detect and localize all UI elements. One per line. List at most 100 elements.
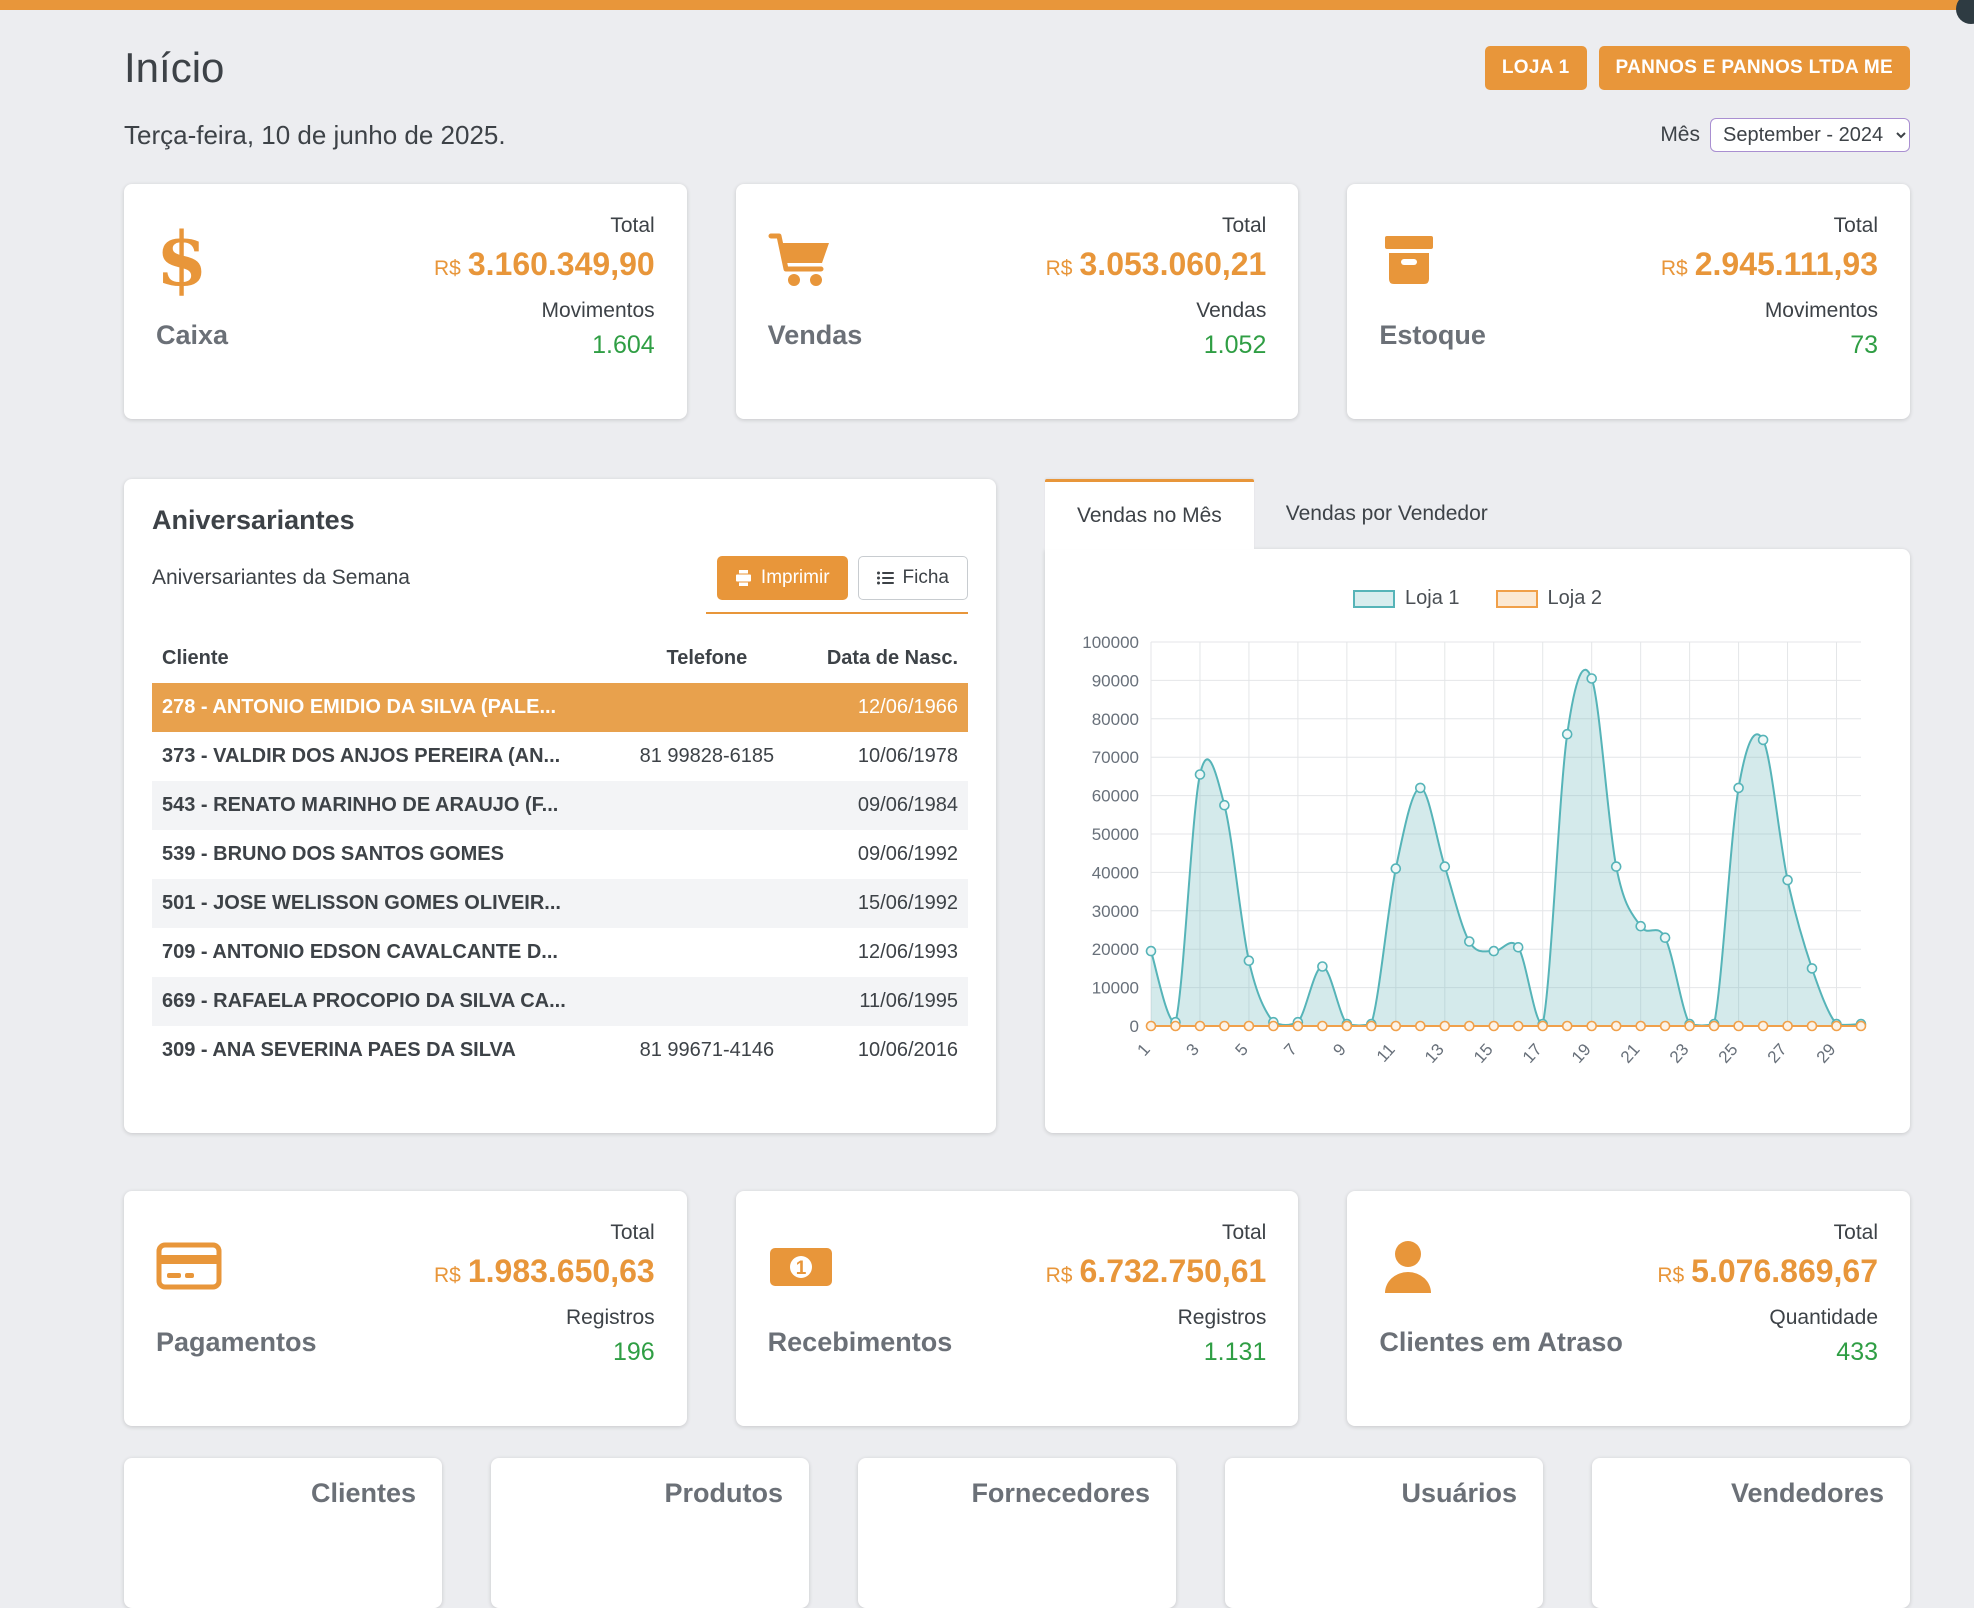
chart-legend: Loja 1 Loja 2 xyxy=(1069,587,1886,610)
month-picker: Mês September - 2024 xyxy=(1660,118,1910,152)
total-label: Total xyxy=(1222,1221,1266,1245)
birthdate-cell: 10/06/1978 xyxy=(813,732,968,781)
legend-item-loja2[interactable]: Loja 2 xyxy=(1496,587,1603,610)
stat-card-clientes-atraso: Clientes em Atraso Total R$5.076.869,67 … xyxy=(1347,1191,1910,1426)
metric-label: Vendas xyxy=(1196,299,1266,323)
stat-card-recebimentos: 1 Recebimentos Total R$6.732.750,61 Regi… xyxy=(736,1191,1299,1426)
stat-left: $ Caixa xyxy=(156,214,228,389)
svg-text:5: 5 xyxy=(1231,1040,1251,1060)
footer-card-vendedores[interactable]: Vendedores xyxy=(1592,1458,1910,1608)
page-header: Início LOJA 1 PANNOS E PANNOS LTDA ME xyxy=(124,44,1910,92)
total-value: 3.160.349,90 xyxy=(468,246,655,283)
middle-row: Aniversariantes Aniversariantes da Seman… xyxy=(124,479,1910,1133)
phone-cell xyxy=(601,977,813,1026)
birthdate-cell: 11/06/1995 xyxy=(813,977,968,1026)
month-label: Mês xyxy=(1660,123,1700,147)
total-value: 6.732.750,61 xyxy=(1080,1253,1267,1290)
ficha-button[interactable]: Ficha xyxy=(858,556,968,600)
svg-text:80000: 80000 xyxy=(1091,710,1138,729)
table-row[interactable]: 309 - ANA SEVERINA PAES DA SILVA 81 9967… xyxy=(152,1026,968,1075)
total-label: Total xyxy=(610,1221,654,1245)
birthdate-cell: 10/06/2016 xyxy=(813,1026,968,1075)
total-label: Total xyxy=(1222,214,1266,238)
legend-item-loja1[interactable]: Loja 1 xyxy=(1353,587,1460,610)
total-amount: R$1.983.650,63 xyxy=(434,1253,655,1290)
total-amount: R$6.732.750,61 xyxy=(1046,1253,1267,1290)
total-value: 2.945.111,93 xyxy=(1695,246,1878,283)
footer-cards-row: Clientes Produtos Fornecedores Usuários … xyxy=(124,1458,1910,1608)
table-row[interactable]: 501 - JOSE WELISSON GOMES OLIVEIR... 15/… xyxy=(152,879,968,928)
stat-card-estoque: Estoque Total R$2.945.111,93 Movimentos … xyxy=(1347,184,1910,419)
metric-label: Registros xyxy=(1178,1306,1267,1330)
birthdate-cell: 09/06/1984 xyxy=(813,781,968,830)
sales-area-chart: 0100002000030000400005000060000700008000… xyxy=(1073,628,1883,1098)
phone-cell xyxy=(601,781,813,830)
metric-label: Quantidade xyxy=(1769,1306,1878,1330)
metric-value: 1.131 xyxy=(1204,1338,1267,1367)
table-row[interactable]: 709 - ANTONIO EDSON CAVALCANTE D... 12/0… xyxy=(152,928,968,977)
total-amount: R$5.076.869,67 xyxy=(1657,1253,1878,1290)
metric-value: 196 xyxy=(613,1338,655,1367)
svg-text:21: 21 xyxy=(1616,1040,1643,1067)
dollar-icon: $ xyxy=(156,220,228,300)
page-title: Início xyxy=(124,44,224,92)
ficha-button-label: Ficha xyxy=(903,567,949,589)
client-cell: 709 - ANTONIO EDSON CAVALCANTE D... xyxy=(152,928,601,977)
column-header-client: Cliente xyxy=(152,634,601,683)
table-row[interactable]: 543 - RENATO MARINHO DE ARAUJO (F... 09/… xyxy=(152,781,968,830)
birthdate-cell: 09/06/1992 xyxy=(813,830,968,879)
table-row[interactable]: 373 - VALDIR DOS ANJOS PEREIRA (AN... 81… xyxy=(152,732,968,781)
currency-symbol: R$ xyxy=(1657,1264,1684,1288)
user-icon xyxy=(1379,1227,1623,1307)
metric-value: 1.052 xyxy=(1204,331,1267,360)
birthdays-title: Aniversariantes xyxy=(152,505,968,536)
currency-symbol: R$ xyxy=(1046,257,1073,281)
stat-card-label: Recebimentos xyxy=(768,1327,953,1358)
birthdays-subheader: Aniversariantes da Semana Imprimir xyxy=(152,556,968,600)
svg-text:7: 7 xyxy=(1280,1040,1300,1060)
stat-card-label: Clientes em Atraso xyxy=(1379,1327,1623,1358)
svg-text:30000: 30000 xyxy=(1091,902,1138,921)
tab-vendas-no-mes[interactable]: Vendas no Mês xyxy=(1045,479,1254,549)
client-cell: 543 - RENATO MARINHO DE ARAUJO (F... xyxy=(152,781,601,830)
stat-card-label: Caixa xyxy=(156,320,228,351)
birthdate-cell: 12/06/1966 xyxy=(813,683,968,732)
svg-text:10000: 10000 xyxy=(1091,979,1138,998)
table-row[interactable]: 539 - BRUNO DOS SANTOS GOMES 09/06/1992 xyxy=(152,830,968,879)
svg-text:90000: 90000 xyxy=(1091,672,1138,691)
sales-chart-card: Loja 1 Loja 2 01000020000300004000050000… xyxy=(1045,549,1910,1133)
total-amount: R$ 2.945.111,93 xyxy=(1661,246,1878,283)
currency-symbol: R$ xyxy=(434,257,461,281)
svg-text:9: 9 xyxy=(1329,1040,1349,1060)
month-select[interactable]: September - 2024 xyxy=(1710,118,1910,152)
total-value: 3.053.060,21 xyxy=(1080,246,1267,283)
table-row[interactable]: 278 - ANTONIO EMIDIO DA SILVA (PALE... 1… xyxy=(152,683,968,732)
currency-symbol: R$ xyxy=(434,1264,461,1288)
stat-card-pagamentos: Pagamentos Total R$1.983.650,63 Registro… xyxy=(124,1191,687,1426)
print-button[interactable]: Imprimir xyxy=(717,556,848,600)
printer-icon xyxy=(735,570,752,586)
svg-text:60000: 60000 xyxy=(1091,787,1138,806)
footer-card-clientes[interactable]: Clientes xyxy=(124,1458,442,1608)
store-button[interactable]: LOJA 1 xyxy=(1485,46,1587,90)
stat-card-vendas: Vendas Total R$3.053.060,21 Vendas 1.052 xyxy=(736,184,1299,419)
total-amount: R$ 3.053.060,21 xyxy=(1046,246,1267,283)
metric-label: Registros xyxy=(566,1306,655,1330)
birthdays-card: Aniversariantes Aniversariantes da Seman… xyxy=(124,479,996,1133)
tab-vendas-por-vendedor[interactable]: Vendas por Vendedor xyxy=(1254,479,1520,549)
footer-card-fornecedores[interactable]: Fornecedores xyxy=(858,1458,1176,1608)
legend-label: Loja 1 xyxy=(1405,587,1460,610)
divider xyxy=(706,612,968,614)
table-row[interactable]: 669 - RAFAELA PROCOPIO DA SILVA CA... 11… xyxy=(152,977,968,1026)
company-button[interactable]: PANNOS E PANNOS LTDA ME xyxy=(1599,46,1910,90)
svg-text:17: 17 xyxy=(1518,1040,1545,1067)
currency-symbol: R$ xyxy=(1661,257,1688,281)
legend-swatch xyxy=(1353,590,1395,608)
stat-right: Total R$2.945.111,93 Movimentos 73 xyxy=(1661,214,1878,389)
svg-text:27: 27 xyxy=(1763,1040,1790,1067)
footer-card-usuarios[interactable]: Usuários xyxy=(1225,1458,1543,1608)
svg-text:1: 1 xyxy=(795,1258,806,1279)
footer-card-produtos[interactable]: Produtos xyxy=(491,1458,809,1608)
cart-icon xyxy=(768,220,863,300)
current-date: Terça-feira, 10 de junho de 2025. xyxy=(124,120,506,151)
